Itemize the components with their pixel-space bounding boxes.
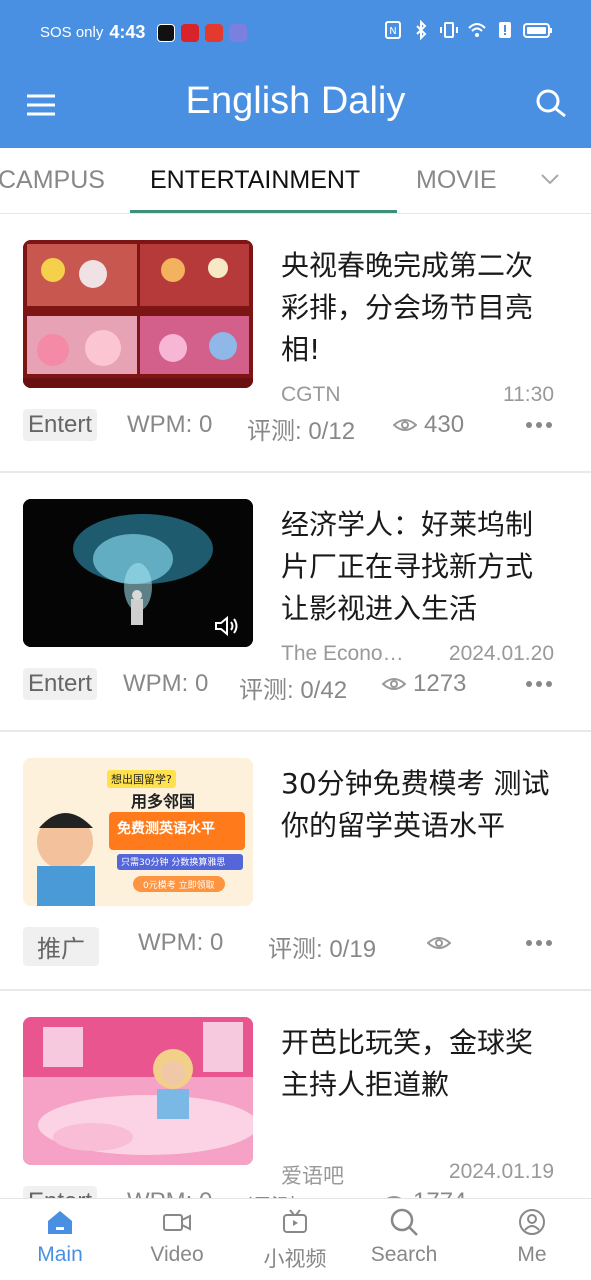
article-thumbnail[interactable] <box>23 240 253 388</box>
category-tag: Entert <box>23 668 98 700</box>
article-title[interactable]: 央视春晚完成第二次彩排，分会场节目亮相! <box>281 245 556 371</box>
notification-app-icon <box>157 23 176 42</box>
tab-campus[interactable]: CAMPUS <box>0 166 105 195</box>
wpm-value: WPM: 0 <box>138 929 224 956</box>
evaluation-score: 评测: 0/19 <box>268 936 377 963</box>
nav-video[interactable]: Video <box>127 1207 227 1267</box>
eye-icon <box>382 678 406 690</box>
evaluation-score: 评测: 0/42 <box>239 677 348 704</box>
search-icon[interactable] <box>533 86 569 122</box>
eye-icon <box>427 937 451 949</box>
list-item[interactable]: 想出国留学? 用多邻国 免费测英语水平 只需30分钟 分数换算雅思 0元模考 立… <box>0 733 591 991</box>
article-source: The Economist <box>281 642 421 665</box>
view-count: 1774 <box>413 1188 466 1198</box>
article-thumbnail[interactable] <box>23 499 253 647</box>
tab-entertainment[interactable]: ENTERTAINMENT <box>150 166 360 195</box>
vibrate-icon <box>440 22 458 38</box>
nav-main[interactable]: Main <box>10 1207 110 1267</box>
tab-movie[interactable]: MOVIE <box>416 166 497 195</box>
evaluation-score: 评测: 0/12 <box>247 418 356 445</box>
app-title: English Daliy <box>185 80 406 122</box>
battery-icon <box>523 23 552 38</box>
status-left: SOS only 4:43 <box>40 22 248 43</box>
nav-short-video[interactable]: 小视频 <box>245 1207 345 1273</box>
list-item[interactable]: 经济学人：好莱坞制片厂正在寻找新方式让影视进入生活 The Economist … <box>0 474 591 732</box>
car-scene-image <box>23 1017 253 1165</box>
view-count: 430 <box>424 411 465 438</box>
article-title[interactable]: 30分钟免费模考 测试你的留学英语水平 <box>281 763 556 847</box>
chevron-down-icon[interactable] <box>539 168 561 190</box>
ad-cta: 0元模考 立即领取 <box>143 881 215 891</box>
wpm-value: WPM: 0 <box>123 670 209 697</box>
nav-label: Video <box>150 1243 204 1266</box>
search-icon <box>390 1208 418 1236</box>
clock: 4:43 <box>109 22 146 42</box>
nav-label: Main <box>37 1243 83 1266</box>
volume-icon[interactable] <box>213 615 239 637</box>
article-meta: Entert WPM: 0 评测: 0/42 1273 <box>23 664 568 704</box>
status-right: N <box>383 20 553 40</box>
alert-icon <box>499 22 511 38</box>
article-time: 2024.01.20 <box>448 642 554 665</box>
article-feed: 央视春晚完成第二次彩排，分会场节目亮相! CGTN 11:30 Entert W… <box>0 215 591 1198</box>
video-camera-icon <box>163 1214 191 1231</box>
nav-me[interactable]: Me <box>482 1207 582 1267</box>
ad-badge: 想出国留学? <box>107 770 176 788</box>
list-item[interactable]: 开芭比玩笑，金球奖主持人拒道歉 爱语吧 2024.01.19 Entert WP… <box>0 992 591 1198</box>
article-title[interactable]: 开芭比玩笑，金球奖主持人拒道歉 <box>281 1022 556 1106</box>
ad-caption: 只需30分钟 分数换算雅思 <box>121 858 226 868</box>
more-options-icon[interactable] <box>524 415 554 435</box>
notification-app-icon <box>229 23 248 42</box>
category-tag: 推广 <box>23 927 99 966</box>
view-count: 1273 <box>413 670 467 697</box>
profile-icon <box>519 1209 545 1235</box>
wpm-value: WPM: 0 <box>127 1188 212 1198</box>
nav-label: 小视频 <box>263 1248 327 1271</box>
ad-subheadline: 免费测英语水平 <box>117 821 215 837</box>
nfc-icon: N <box>385 21 401 39</box>
evaluation-score: 评测: 0/12 <box>247 1188 355 1198</box>
bluetooth-icon <box>416 20 427 40</box>
article-meta: Entert WPM: 0 评测: 0/12 430 <box>23 405 568 445</box>
article-thumbnail[interactable] <box>23 1017 253 1165</box>
notification-app-icon <box>181 23 200 42</box>
home-icon <box>48 1211 72 1234</box>
article-source: CGTN <box>281 383 341 406</box>
category-tag: Entert <box>23 1186 98 1198</box>
nav-label: Me <box>517 1243 547 1266</box>
more-options-icon[interactable] <box>524 674 554 694</box>
list-item[interactable]: 央视春晚完成第二次彩排，分会场节目亮相! CGTN 11:30 Entert W… <box>0 215 591 473</box>
wpm-value: WPM: 0 <box>127 411 213 438</box>
article-time: 11:30 <box>503 383 554 406</box>
category-tabs: CAMPUS ENTERTAINMENT MOVIE <box>0 148 591 214</box>
gala-collage-image <box>23 240 253 388</box>
bottom-navigation: Main Video 小视频 Search Me <box>0 1198 591 1280</box>
notification-app-icon <box>205 23 224 42</box>
ad-headline: 用多邻国 <box>131 792 196 811</box>
more-options-icon[interactable] <box>524 933 554 953</box>
article-meta: Entert WPM: 0 评测: 0/12 1774 <box>23 1182 568 1198</box>
nav-search[interactable]: Search <box>354 1207 454 1267</box>
wifi-icon <box>468 23 486 37</box>
nav-label: Search <box>370 1243 438 1266</box>
app-bar: English Daliy <box>0 66 591 148</box>
status-bar: SOS only 4:43 N <box>0 0 591 66</box>
category-tag: Entert <box>23 409 98 441</box>
svg-text:N: N <box>389 26 396 37</box>
eye-icon <box>393 419 417 431</box>
article-title[interactable]: 经济学人：好莱坞制片厂正在寻找新方式让影视进入生活 <box>281 504 556 630</box>
article-time: 2024.01.19 <box>448 1160 554 1183</box>
carrier-status: SOS only <box>40 24 104 41</box>
article-meta: 推广 WPM: 0 评测: 0/19 <box>23 923 568 966</box>
tv-icon <box>283 1209 307 1233</box>
active-tab-indicator <box>130 210 397 213</box>
ad-thumbnail[interactable]: 想出国留学? 用多邻国 免费测英语水平 只需30分钟 分数换算雅思 0元模考 立… <box>23 758 253 906</box>
